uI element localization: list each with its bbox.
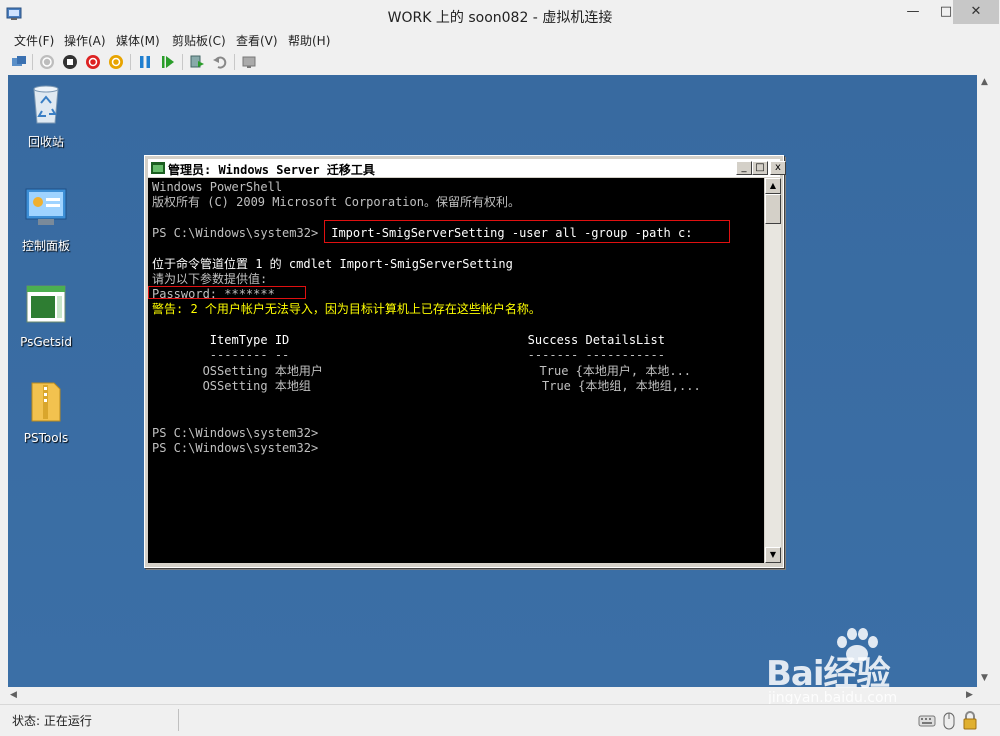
- toolbar: [0, 50, 1000, 75]
- app-window-icon: [26, 285, 66, 323]
- console-maximize-button[interactable]: □: [752, 161, 768, 175]
- reset-icon[interactable]: [159, 53, 177, 71]
- console-close-button[interactable]: x: [770, 161, 786, 175]
- close-button[interactable]: ✕: [953, 0, 999, 24]
- pause-icon[interactable]: [136, 53, 154, 71]
- table-row: OSSetting 本地组 True {本地组, 本地组,...: [152, 379, 701, 393]
- console-icon: [151, 162, 165, 174]
- window-titlebar: WORK 上的 soon082 - 虚拟机连接 — □ ✕: [0, 0, 1000, 30]
- scroll-down-icon[interactable]: ▼: [765, 547, 781, 563]
- console-prompt: PS C:\Windows\system32>: [152, 426, 319, 440]
- password-highlight-box: [148, 286, 306, 299]
- mouse-icon: [943, 712, 955, 730]
- table-header: ItemType ID Success DetailsList: [152, 333, 665, 347]
- ctrl-alt-del-icon[interactable]: [10, 53, 28, 71]
- desktop-icon-label: PSTools: [23, 431, 69, 445]
- menu-action[interactable]: 操作(A): [64, 32, 106, 49]
- console-minimize-button[interactable]: _: [736, 161, 752, 175]
- window-title: WORK 上的 soon082 - 虚拟机连接: [387, 10, 613, 26]
- menu-view[interactable]: 查看(V): [236, 32, 278, 49]
- console-line: 位于命令管道位置 1 的 cmdlet Import-SmigServerSet…: [152, 257, 513, 271]
- console-output[interactable]: Windows PowerShell 版权所有 (C) 2009 Microso…: [148, 178, 764, 563]
- desktop-icon-control-panel[interactable]: 控制面板: [8, 185, 84, 254]
- revert-icon[interactable]: [211, 53, 229, 71]
- console-prompt: PS C:\Windows\system32>: [152, 226, 319, 240]
- recycle-bin-icon: [33, 85, 59, 124]
- vm-vertical-scrollbar[interactable]: ▲ ▼: [977, 75, 994, 687]
- save-icon[interactable]: [107, 53, 125, 71]
- desktop-icon-label: 回收站: [27, 135, 64, 149]
- desktop-icon-recycle-bin[interactable]: 回收站: [8, 81, 84, 150]
- menu-clipboard[interactable]: 剪贴板(C): [172, 32, 226, 49]
- scroll-right-icon[interactable]: ▶: [966, 690, 973, 700]
- desktop-icon-pstools[interactable]: PSTools: [8, 379, 84, 445]
- scroll-left-icon[interactable]: ◀: [10, 690, 17, 700]
- desktop-icon-psgetsid[interactable]: PsGetsid: [8, 283, 84, 349]
- folder-icon: [31, 382, 61, 422]
- shutdown-icon[interactable]: [84, 53, 102, 71]
- command-highlight-box: [324, 220, 730, 243]
- menu-file[interactable]: 文件(F): [14, 32, 54, 49]
- keyboard-icon: [918, 715, 936, 727]
- scroll-thumb[interactable]: [765, 194, 781, 224]
- console-warning: 警告: 2 个用户帐户无法导入，因为目标计算机上已存在这些帐户名称。: [152, 302, 541, 316]
- scroll-up-icon[interactable]: ▲: [765, 178, 781, 194]
- table-row: OSSetting 本地用户 True {本地用户, 本地...: [152, 364, 692, 378]
- menu-help[interactable]: 帮助(H): [288, 32, 330, 49]
- console-titlebar[interactable]: 管理员: Windows Server 迁移工具 _ □ x: [148, 159, 786, 177]
- enhanced-session-icon[interactable]: [240, 53, 258, 71]
- vm-desktop[interactable]: 回收站 控制面板 PsGetsid PSTools 管理员: Windows S…: [8, 75, 977, 687]
- watermark-brand: Bai经验: [766, 654, 891, 694]
- minimize-button[interactable]: —: [897, 0, 929, 24]
- turn-off-icon[interactable]: [61, 53, 79, 71]
- scroll-down-icon[interactable]: ▼: [981, 673, 988, 683]
- baidu-watermark: Bai经验 jingyan.baidu.com: [760, 628, 960, 708]
- scroll-up-icon[interactable]: ▲: [981, 77, 988, 87]
- menu-media[interactable]: 媒体(M): [116, 32, 160, 49]
- console-scrollbar[interactable]: ▲ ▼: [765, 178, 781, 563]
- console-prompt: PS C:\Windows\system32>: [152, 441, 319, 455]
- console-line: Windows PowerShell: [152, 180, 283, 194]
- menubar: 文件(F) 操作(A) 媒体(M) 剪贴板(C) 查看(V) 帮助(H): [0, 30, 1000, 50]
- statusbar: 状态: 正在运行: [0, 704, 1000, 736]
- control-panel-icon: [25, 188, 67, 225]
- powershell-window[interactable]: 管理员: Windows Server 迁移工具 _ □ x Windows P…: [144, 155, 786, 568]
- console-line: 请为以下参数提供值:: [152, 272, 268, 286]
- console-title: 管理员: Windows Server 迁移工具: [168, 163, 375, 177]
- console-line: 版权所有 (C) 2009 Microsoft Corporation。保留所有…: [152, 195, 520, 209]
- desktop-icon-label: 控制面板: [21, 239, 70, 253]
- lock-icon: [963, 711, 977, 730]
- snapshot-icon[interactable]: [188, 53, 206, 71]
- table-header-underline: -------- -- ------- -----------: [152, 348, 665, 362]
- desktop-icon-label: PsGetsid: [20, 335, 72, 349]
- status-text: 状态: 正在运行: [12, 714, 92, 728]
- start-icon[interactable]: [38, 53, 56, 71]
